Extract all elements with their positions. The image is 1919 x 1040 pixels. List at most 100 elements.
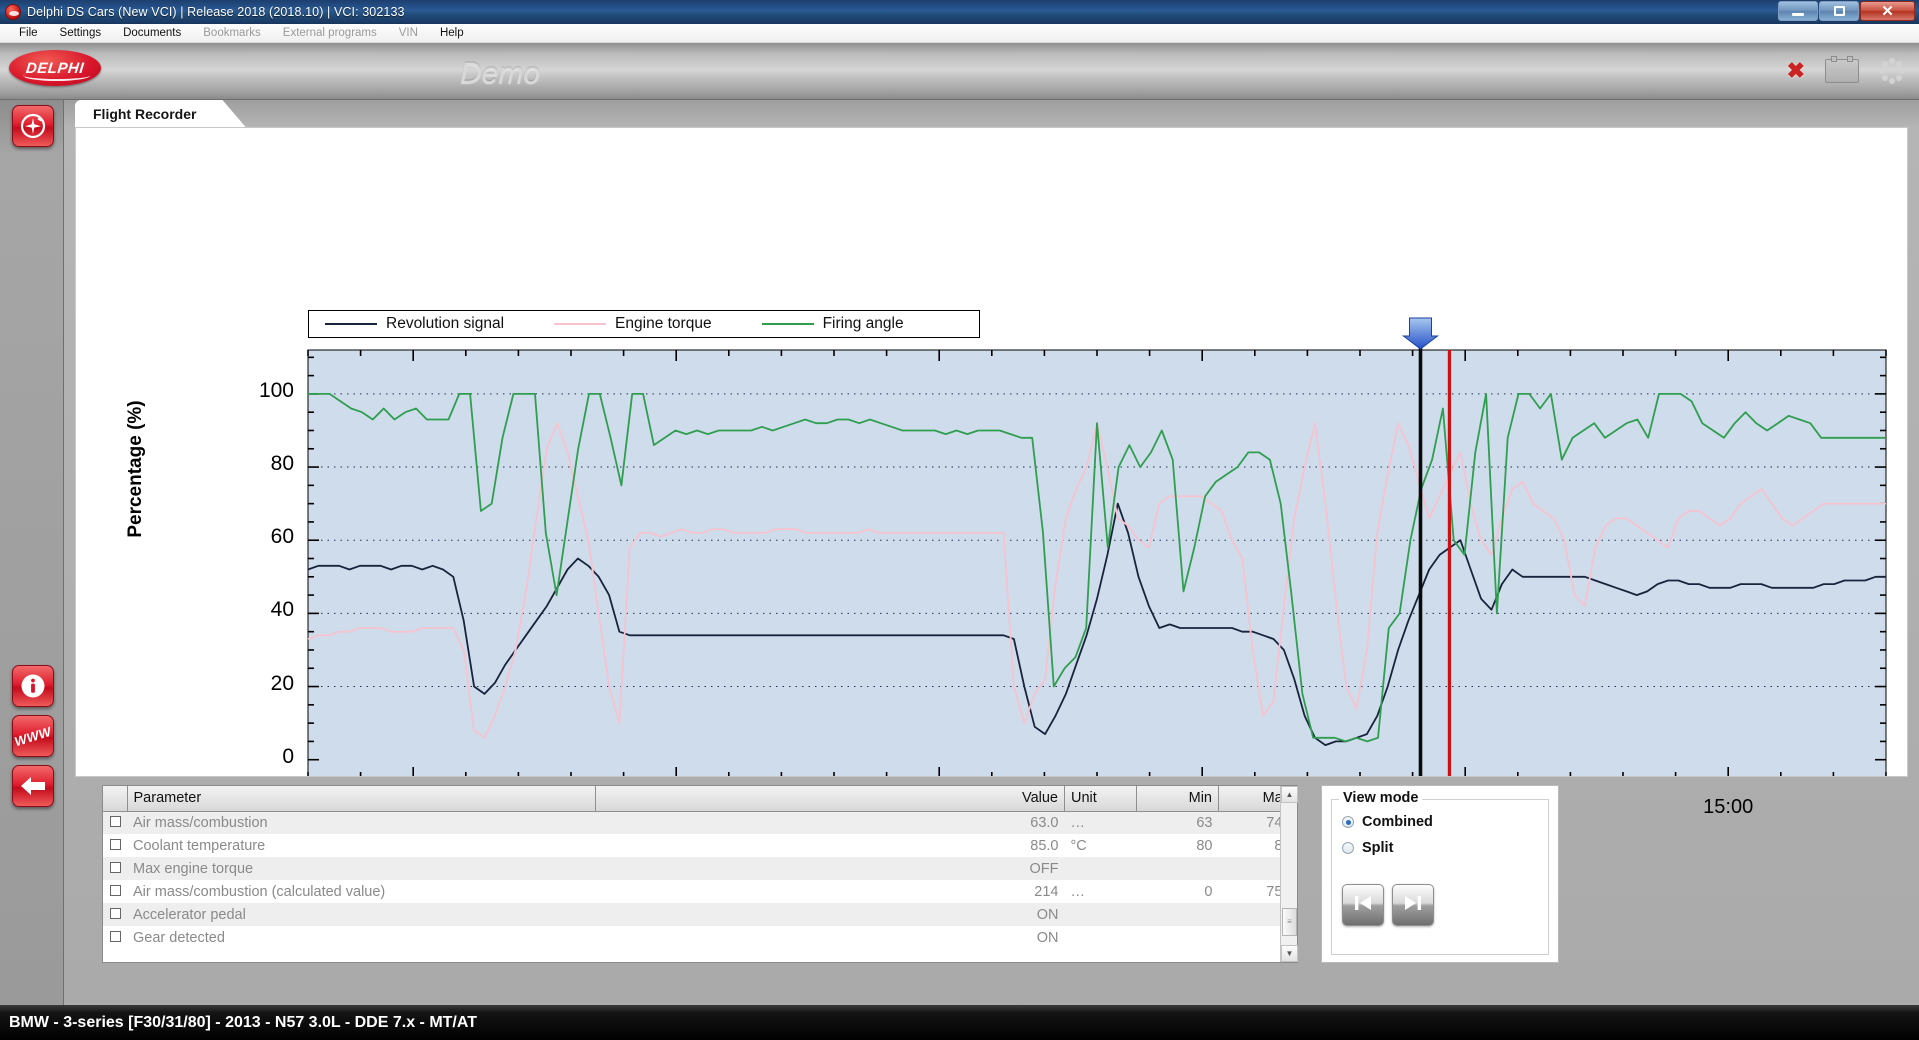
column-header-parameter[interactable]: Parameter xyxy=(127,786,596,811)
battery-icon[interactable] xyxy=(1825,59,1859,83)
left-sidebar: WWW xyxy=(0,100,64,1005)
table-row[interactable]: Air mass/combustion63.0…63743 xyxy=(103,811,1297,834)
cell-unit: °C xyxy=(1065,834,1137,857)
checkbox-icon[interactable] xyxy=(110,862,121,873)
back-arrow-icon xyxy=(18,774,48,798)
menu-item-vin[interactable]: VIN xyxy=(388,25,429,41)
chart: Revolution signal Engine torque Firing ang… xyxy=(76,128,1907,776)
sidebar-item-info[interactable] xyxy=(12,665,54,707)
scroll-down-arrow-icon[interactable]: ▼ xyxy=(1281,945,1298,962)
flight-recorder-panel: Revolution signal Engine torque Firing ang… xyxy=(75,127,1908,777)
legend-entry-1[interactable]: Engine torque xyxy=(554,315,712,333)
menu-item-settings[interactable]: Settings xyxy=(49,25,113,41)
radio-split-icon xyxy=(1342,842,1354,854)
menu-item-file[interactable]: File xyxy=(8,25,49,41)
table-row[interactable]: Max engine torqueOFF xyxy=(103,857,1297,880)
row-checkbox-cell[interactable] xyxy=(103,857,127,880)
maximize-button[interactable] xyxy=(1819,1,1859,21)
parameters-table: Parameter Value Unit Min Max Air mass/co… xyxy=(103,786,1297,949)
row-checkbox-cell[interactable] xyxy=(103,926,127,949)
column-header-min[interactable]: Min xyxy=(1137,786,1219,811)
y-tick-label: 100 xyxy=(259,379,294,403)
parameters-table-container: Parameter Value Unit Min Max Air mass/co… xyxy=(102,785,1298,963)
skip-to-start-button[interactable] xyxy=(1342,884,1384,926)
title-bar: Delphi DS Cars (New VCI) | Release 2018 … xyxy=(0,0,1919,24)
menu-item-bookmarks[interactable]: Bookmarks xyxy=(192,25,272,41)
close-button[interactable]: ✕ xyxy=(1860,1,1915,21)
y-axis-label: Percentage (%) xyxy=(125,349,147,589)
checkbox-icon[interactable] xyxy=(110,839,121,850)
legend-swatch-icon xyxy=(762,323,814,325)
cell-min: 80 xyxy=(1137,834,1219,857)
row-checkbox-cell[interactable] xyxy=(103,903,127,926)
legend-swatch-icon xyxy=(325,323,377,325)
cell-min xyxy=(1137,903,1219,926)
legend-entry-0[interactable]: Revolution signal xyxy=(325,315,504,333)
maximize-icon xyxy=(1834,6,1845,16)
radio-split-label: Split xyxy=(1362,840,1393,856)
table-scrollbar[interactable]: ▲ ≡ ▼ xyxy=(1280,786,1297,962)
checkbox-icon[interactable] xyxy=(110,816,121,827)
y-tick-label: 40 xyxy=(271,598,294,622)
cell-unit xyxy=(1065,926,1137,949)
scroll-up-arrow-icon[interactable]: ▲ xyxy=(1281,786,1298,803)
y-tick-label: 60 xyxy=(271,525,294,549)
checkbox-icon[interactable] xyxy=(110,931,121,942)
legend-entry-2[interactable]: Firing angle xyxy=(762,315,904,333)
column-header-unit[interactable]: Unit xyxy=(1065,786,1137,811)
tab-flight-recorder[interactable]: Flight Recorder xyxy=(75,100,246,128)
legend-swatch-icon xyxy=(554,323,606,325)
cell-value: ON xyxy=(596,926,1065,949)
tab-strip: Flight Recorder xyxy=(64,100,1919,128)
view-mode-panel: View mode Combined Split xyxy=(1321,785,1559,963)
status-bar: BMW - 3-series [F30/31/80] - 2013 - N57 … xyxy=(0,1005,1919,1040)
content-area: Flight Recorder Revolution signal Engine … xyxy=(64,100,1919,1005)
minimize-button[interactable] xyxy=(1778,1,1818,21)
spinner-dot xyxy=(1882,61,1888,67)
menu-bar: FileSettingsDocumentsBookmarksExternal p… xyxy=(0,24,1919,43)
minimize-icon xyxy=(1792,13,1804,16)
navigation-buttons xyxy=(1342,884,1434,926)
chart-plot[interactable] xyxy=(76,128,1909,776)
cell-value: OFF xyxy=(596,857,1065,880)
y-tick-label: 0 xyxy=(282,745,294,769)
menu-item-help[interactable]: Help xyxy=(429,25,475,41)
www-icon: WWW xyxy=(13,723,53,748)
menu-item-external-programs[interactable]: External programs xyxy=(272,25,388,41)
skip-to-end-button[interactable] xyxy=(1392,884,1434,926)
demo-watermark: Demo xyxy=(460,57,540,91)
airplane-circle-icon xyxy=(18,111,48,141)
chart-legend: Revolution signal Engine torque Firing ang… xyxy=(308,310,980,338)
spinner-dot xyxy=(1882,75,1888,81)
view-mode-fieldset: View mode Combined Split xyxy=(1331,799,1549,955)
spinner-dot xyxy=(1889,78,1895,84)
table-row[interactable]: Air mass/combustion (calculated value)21… xyxy=(103,880,1297,903)
sidebar-item-back[interactable] xyxy=(12,765,54,807)
row-checkbox-cell[interactable] xyxy=(103,834,127,857)
spinner-dot xyxy=(1896,75,1902,81)
scrollbar-thumb[interactable]: ≡ xyxy=(1282,908,1297,936)
close-x-icon[interactable]: ✖ xyxy=(1787,60,1805,82)
row-checkbox-cell[interactable] xyxy=(103,880,127,903)
checkbox-icon[interactable] xyxy=(110,885,121,896)
column-header-value[interactable]: Value xyxy=(596,786,1065,811)
sidebar-item-www[interactable]: WWW xyxy=(12,715,54,757)
radio-combined-icon xyxy=(1342,816,1354,828)
legend-label: Engine torque xyxy=(615,315,712,333)
radio-split[interactable]: Split xyxy=(1342,840,1393,856)
playhead-handle[interactable] xyxy=(1403,318,1437,349)
row-checkbox-cell[interactable] xyxy=(103,811,127,834)
table-row[interactable]: Gear detectedON xyxy=(103,926,1297,949)
plot-background xyxy=(308,350,1886,776)
close-icon: ✕ xyxy=(1881,4,1894,19)
radio-combined[interactable]: Combined xyxy=(1342,814,1433,830)
table-row[interactable]: Coolant temperature85.0°C8088 xyxy=(103,834,1297,857)
legend-label: Revolution signal xyxy=(386,315,504,333)
table-row[interactable]: Accelerator pedalON xyxy=(103,903,1297,926)
spinner-dot xyxy=(1879,68,1885,74)
menu-item-documents[interactable]: Documents xyxy=(112,25,192,41)
spinner-dot xyxy=(1896,61,1902,67)
sidebar-item-flight-recorder[interactable] xyxy=(12,105,54,147)
checkbox-icon[interactable] xyxy=(110,908,121,919)
legend-label: Firing angle xyxy=(823,315,904,333)
